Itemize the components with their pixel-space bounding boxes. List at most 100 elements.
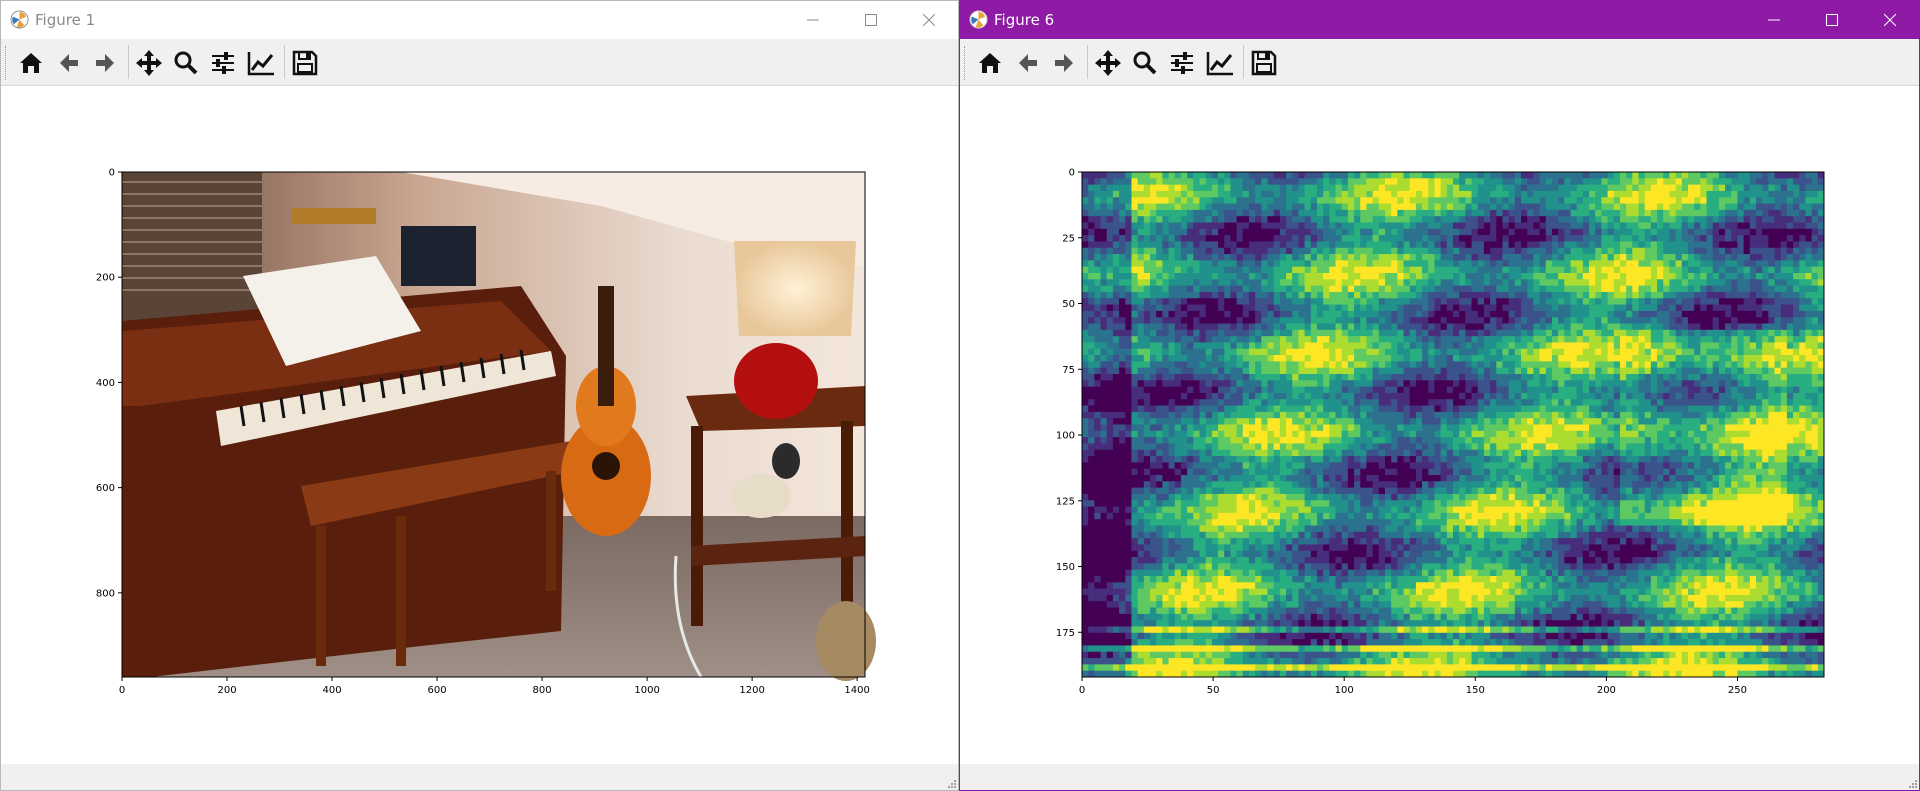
edit-axes-button[interactable] [244, 46, 278, 80]
subplots-config-icon [212, 52, 234, 74]
forward-arrow-icon [1055, 54, 1073, 72]
zoom-icon [1133, 51, 1157, 75]
close-button[interactable] [900, 1, 958, 39]
figure6-canvas[interactable]: 0 50 100 150 200 250 0 25 50 75 100 125 150 175 [960, 86, 1919, 764]
figure1-axes: 0 200 400 600 800 1000 1200 1400 0 200 400 600 800 [96, 168, 876, 696]
home-button[interactable] [973, 46, 1007, 80]
back-button[interactable] [52, 46, 86, 80]
figure1-window: Figure 1 0 200 400 600 800 1000 1200 140… [0, 0, 959, 791]
subplots-config-icon [1171, 52, 1193, 74]
back-arrow-icon [60, 54, 78, 72]
home-icon [20, 53, 42, 73]
figure1-toolbar [1, 39, 958, 86]
figure6-titlebar[interactable]: Figure 6 [960, 1, 1919, 39]
toolbar-separator [1087, 45, 1088, 79]
forward-button[interactable] [1047, 46, 1081, 80]
figure1-ytick-label: 200 [96, 273, 115, 284]
pan-icon [136, 50, 162, 76]
figure6-xtick-label: 100 [1335, 685, 1354, 696]
figure1-xtick-label: 800 [533, 685, 552, 696]
subplots-config-button[interactable] [206, 46, 240, 80]
resize-grip-icon[interactable] [1907, 778, 1917, 788]
figure6-xtick-label: 0 [1079, 685, 1085, 696]
forward-button[interactable] [88, 46, 122, 80]
pan-button[interactable] [1091, 46, 1125, 80]
maximize-icon [865, 14, 877, 26]
close-icon [1884, 14, 1896, 26]
figure1-ytick-label: 800 [96, 588, 115, 599]
pan-button[interactable] [132, 46, 166, 80]
zoom-button[interactable] [1128, 46, 1162, 80]
toolbar-grip[interactable] [5, 46, 9, 80]
figure6-xaxis: 0 50 100 150 200 250 [1079, 677, 1747, 696]
figure6-yaxis: 0 25 50 75 100 125 150 175 [1056, 168, 1082, 639]
maximize-button[interactable] [842, 1, 900, 39]
save-button[interactable] [288, 46, 322, 80]
figure6-window: Figure 6 0 50 100 150 200 250 0 25 50 75… [959, 0, 1920, 791]
figure1-statusbar [1, 764, 958, 790]
save-icon [292, 50, 318, 76]
figure1-xtick-label: 600 [428, 685, 447, 696]
heatmap-image [1082, 172, 1825, 678]
minimize-button[interactable] [784, 1, 842, 39]
resize-grip-icon[interactable] [946, 778, 956, 788]
edit-axes-icon [1206, 52, 1233, 76]
toolbar-grip[interactable] [964, 46, 968, 80]
figure1-xtick-label: 1400 [844, 685, 869, 696]
figure1-xtick-label: 0 [119, 685, 125, 696]
figure1-xtick-label: 1000 [634, 685, 659, 696]
figure1-xtick-label: 400 [322, 685, 341, 696]
figure1-ytick-label: 0 [109, 168, 115, 179]
maximize-button[interactable] [1803, 1, 1861, 39]
edit-axes-button[interactable] [1203, 46, 1237, 80]
figure6-xtick-label: 50 [1207, 685, 1220, 696]
figure1-xtick-label: 1200 [739, 685, 764, 696]
figure6-ytick-label: 25 [1062, 233, 1075, 244]
matplotlib-logo-icon [10, 10, 29, 29]
forward-arrow-icon [96, 54, 114, 72]
save-icon [1251, 50, 1277, 76]
figure6-ytick-label: 150 [1056, 562, 1075, 573]
minimize-icon [1768, 19, 1780, 21]
minimize-button[interactable] [1745, 1, 1803, 39]
matplotlib-logo-icon [969, 10, 988, 29]
figure1-xtick-label: 200 [217, 685, 236, 696]
figure1-ytick-label: 400 [96, 378, 115, 389]
figure1-title: Figure 1 [35, 11, 96, 29]
photo-image [122, 172, 876, 681]
figure6-ytick-label: 50 [1062, 299, 1075, 310]
figure6-xtick-label: 250 [1728, 685, 1747, 696]
figure6-xtick-label: 200 [1597, 685, 1616, 696]
toolbar-separator [1243, 45, 1244, 79]
figure6-ytick-label: 75 [1062, 365, 1075, 376]
edit-axes-icon [247, 52, 274, 76]
figure1-ytick-label: 600 [96, 483, 115, 494]
figure1-canvas[interactable]: 0 200 400 600 800 1000 1200 1400 0 200 400 600 800 [1, 86, 958, 764]
toolbar-separator [284, 45, 285, 79]
figure6-xtick-label: 150 [1466, 685, 1485, 696]
figure6-axes: 0 50 100 150 200 250 0 25 50 75 100 125 150 175 [1056, 168, 1825, 696]
figure6-title: Figure 6 [994, 11, 1055, 29]
back-button[interactable] [1011, 46, 1045, 80]
home-button[interactable] [14, 46, 48, 80]
pan-icon [1095, 50, 1121, 76]
zoom-button[interactable] [169, 46, 203, 80]
subplots-config-button[interactable] [1165, 46, 1199, 80]
maximize-icon [1826, 14, 1838, 26]
back-arrow-icon [1019, 54, 1037, 72]
figure1-titlebar[interactable]: Figure 1 [1, 1, 958, 39]
close-icon [923, 14, 935, 26]
figure1-yaxis: 0 200 400 600 800 [96, 168, 122, 599]
figure1-xaxis: 0 200 400 600 800 1000 1200 1400 [119, 677, 870, 696]
save-button[interactable] [1247, 46, 1281, 80]
home-icon [979, 53, 1001, 73]
figure6-ytick-label: 0 [1069, 168, 1075, 179]
figure6-toolbar [960, 39, 1919, 86]
figure6-statusbar [960, 764, 1919, 790]
zoom-icon [174, 51, 198, 75]
toolbar-separator [128, 45, 129, 79]
figure6-ytick-label: 125 [1056, 496, 1075, 507]
close-button[interactable] [1861, 1, 1919, 39]
figure6-ytick-label: 100 [1056, 431, 1075, 442]
figure6-ytick-label: 175 [1056, 628, 1075, 639]
